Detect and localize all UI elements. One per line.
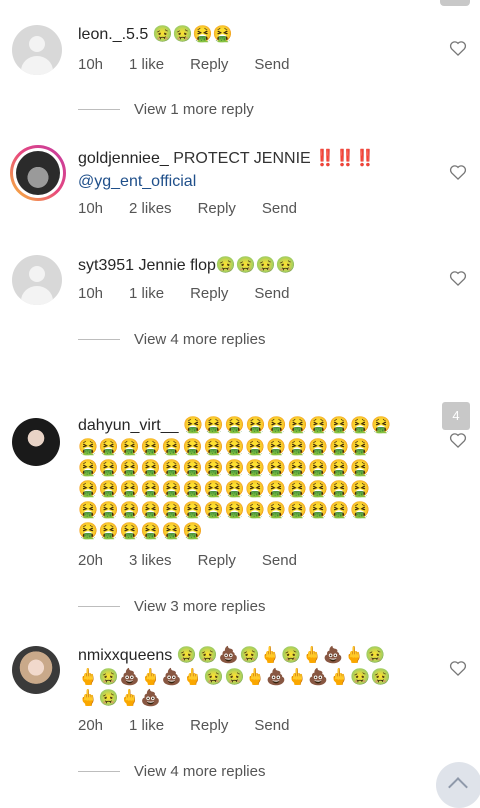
avatar[interactable] [10,145,66,201]
heart-icon[interactable] [448,38,468,58]
comment-emojis: 🤢🤢💩🤢🖕🤢🖕💩🖕🤢 [176,647,386,664]
comment-time: 10h [78,285,104,302]
reply-button[interactable]: Reply [190,285,228,302]
comment-emojis: 🤮🤮🤮🤮🤮🤮🤮🤮🤮🤮🤮🤮🤮🤮 [78,460,371,477]
comment-username[interactable]: nmixxqueens [78,647,172,664]
comment-emojis: 🤢🤢🤮🤮 [152,26,233,43]
divider [78,771,120,772]
comment-emojis: 🤮🤮🤮🤮🤮🤮🤮🤮🤮🤮🤮🤮🤮🤮 [78,502,371,519]
comment-time: 20h [78,717,104,734]
divider [78,339,120,340]
comment-emojis: 🤮🤮🤮🤮🤮🤮🤮🤮🤮🤮🤮🤮🤮🤮 [78,481,371,498]
comment-likes[interactable]: 1 like [129,717,164,734]
mention-link[interactable]: @yg_ent_official [78,173,196,190]
comment-emojis: 🤮🤮🤮🤮🤮🤮🤮🤮🤮🤮🤮🤮🤮🤮 [78,439,371,456]
comment-likes[interactable]: 1 like [129,56,164,73]
view-more-label: View 4 more replies [134,331,266,348]
divider [78,109,120,110]
scroll-to-top-button[interactable] [436,762,480,808]
reply-button[interactable]: Reply [190,56,228,73]
comment-likes[interactable]: 3 likes [129,552,172,569]
send-button[interactable]: Send [254,717,289,734]
view-more-replies[interactable]: View 3 more replies [78,598,265,615]
comment-text: Jennie flop [138,257,216,274]
avatar[interactable] [12,418,60,466]
reply-button[interactable]: Reply [198,200,236,217]
comment-text: PROTECT JENNIE ‼️‼️‼️ [173,150,375,167]
comment-username[interactable]: goldjenniee_ [78,150,169,167]
comment-time: 10h [78,200,104,217]
view-more-replies[interactable]: View 4 more replies [78,763,265,780]
comment-username[interactable]: dahyun_virt__ [78,417,179,434]
comment-time: 10h [78,56,104,73]
comment-emojis: 🖕🤢🖕💩 [78,690,162,707]
comment-username[interactable]: leon._.5.5 [78,26,148,43]
heart-icon[interactable] [448,430,468,450]
view-more-label: View 4 more replies [134,763,266,780]
top-scroll-badge [440,0,470,6]
view-more-label: View 1 more reply [134,101,254,118]
comment-emojis: 🤢🤢🤢🤢 [215,257,296,274]
reply-count-badge: 4 [442,402,470,430]
view-more-replies[interactable]: View 4 more replies [78,331,265,348]
divider [78,606,120,607]
comment-likes[interactable]: 2 likes [129,200,172,217]
reply-button[interactable]: Reply [190,717,228,734]
send-button[interactable]: Send [262,552,297,569]
view-more-label: View 3 more replies [134,598,266,615]
comment-emojis: 🤮🤮🤮🤮🤮🤮 [78,523,204,540]
heart-icon[interactable] [448,268,468,288]
heart-icon[interactable] [448,658,468,678]
avatar[interactable] [12,255,62,305]
comment-username[interactable]: syt3951 [78,257,134,274]
send-button[interactable]: Send [254,56,289,73]
view-more-replies[interactable]: View 1 more reply [78,101,254,118]
comment-likes[interactable]: 1 like [129,285,164,302]
comment-emojis: 🤮🤮🤮🤮🤮🤮🤮🤮🤮🤮 [182,417,393,434]
comment-time: 20h [78,552,104,569]
avatar[interactable] [12,646,60,694]
send-button[interactable]: Send [262,200,297,217]
comment-emojis: 🖕🤢💩🖕💩🖕🤢🤢🖕💩🖕💩🖕🤢🤢 [78,669,392,686]
reply-button[interactable]: Reply [198,552,236,569]
send-button[interactable]: Send [254,285,289,302]
avatar[interactable] [12,25,62,75]
heart-icon[interactable] [448,162,468,182]
